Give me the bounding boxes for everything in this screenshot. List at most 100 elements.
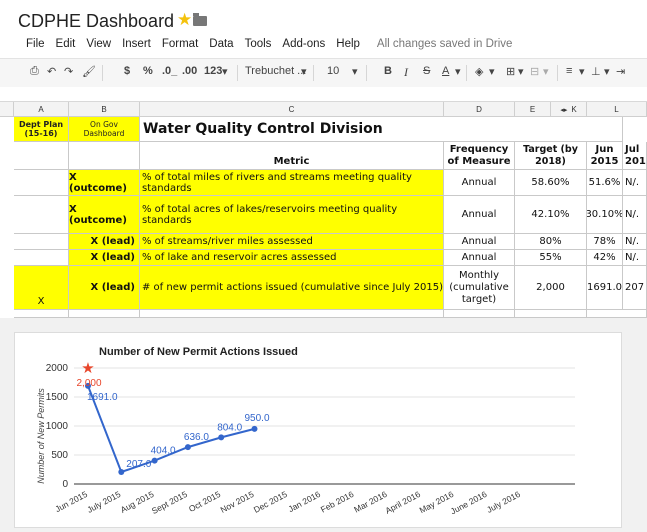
row-dept-plan[interactable] [14, 234, 69, 250]
row-dashboard-flag[interactable]: X (outcome) [69, 196, 140, 234]
font-select[interactable]: Trebuchet ... [245, 65, 306, 77]
more-formats-button[interactable]: 123 [204, 65, 222, 77]
column-header-a[interactable]: A [14, 102, 69, 117]
row-jun[interactable]: 51.6% [587, 170, 623, 196]
row-metric[interactable]: % of lake and reservoir acres assessed [140, 250, 444, 266]
row-dashboard-flag[interactable]: X (outcome) [69, 170, 140, 196]
row-jul[interactable]: N/. [623, 170, 647, 196]
italic-button[interactable]: I [404, 65, 408, 80]
row-metric[interactable]: # of new permit actions issued (cumulati… [140, 266, 444, 310]
row-frequency[interactable]: Annual [444, 234, 515, 250]
row-dept-plan[interactable]: X [14, 266, 69, 310]
row-jul[interactable]: N/. [623, 234, 647, 250]
row-target[interactable]: 55% [515, 250, 587, 266]
header-gov-dashboard[interactable]: On Gov Dashboard [69, 117, 140, 142]
row-dept-plan[interactable] [14, 170, 69, 196]
borders-icon[interactable]: ⊞ [506, 65, 515, 78]
percent-button[interactable]: % [143, 65, 153, 77]
fill-color-icon[interactable]: ◈ [475, 65, 483, 78]
document-title[interactable]: CDPHE Dashboard [18, 11, 174, 32]
row-target[interactable]: 42.10% [515, 196, 587, 234]
menu-tools[interactable]: Tools [245, 38, 272, 50]
column-header-k[interactable]: ◂▸ K [551, 102, 587, 117]
row-jun[interactable]: 42% [587, 250, 623, 266]
target-header[interactable]: Target (by 2018) [515, 142, 587, 170]
print-icon[interactable]: ⎙ [30, 65, 39, 78]
cell-a-subheader[interactable] [14, 142, 69, 170]
row-frequency[interactable]: Annual [444, 196, 515, 234]
folder-icon[interactable] [193, 13, 207, 26]
empty-cell[interactable] [587, 310, 647, 318]
formula-bar[interactable] [0, 87, 647, 102]
data-point[interactable] [218, 434, 225, 441]
menu-help[interactable]: Help [336, 38, 360, 50]
row-frequency[interactable]: Monthly (cumulative target) [444, 266, 515, 310]
chevron-down-icon[interactable]: ▾ [518, 65, 524, 78]
align-icon[interactable]: ≡ [566, 65, 572, 77]
jul-header[interactable]: Jul 201 [623, 142, 647, 170]
target-star-icon[interactable]: ★ [81, 360, 94, 377]
column-header-e[interactable]: E [515, 102, 551, 117]
data-point[interactable] [118, 468, 125, 475]
hidden-columns-arrows-icon[interactable]: ◂▸ [560, 107, 567, 114]
row-target[interactable]: 58.60% [515, 170, 587, 196]
row-jul[interactable]: N/. [623, 196, 647, 234]
row-dept-plan[interactable] [14, 196, 69, 234]
row-jun[interactable]: 78% [587, 234, 623, 250]
empty-cell[interactable] [14, 310, 69, 318]
merge-cells-icon[interactable]: ⊟ [530, 65, 539, 78]
row-jul[interactable]: 207 [623, 266, 647, 310]
menu-insert[interactable]: Insert [122, 38, 151, 50]
row-target[interactable]: 2,000 [515, 266, 587, 310]
data-point[interactable] [184, 444, 191, 451]
redo-icon[interactable]: ↷ [64, 65, 73, 78]
paint-format-icon[interactable]: 🖌 [82, 65, 96, 78]
currency-button[interactable]: $ [124, 65, 130, 77]
row-dashboard-flag[interactable]: X (lead) [69, 250, 140, 266]
row-jun[interactable]: 30.10% [587, 196, 623, 234]
row-frequency[interactable]: Annual [444, 170, 515, 196]
data-point[interactable] [251, 425, 258, 432]
cell-b-subheader[interactable] [69, 142, 140, 170]
chevron-down-icon[interactable]: ▾ [222, 65, 228, 78]
column-header-l[interactable]: L [587, 102, 647, 117]
decrease-decimal-button[interactable]: .0_ [162, 65, 177, 77]
row-metric[interactable]: % of total miles of rivers and streams m… [140, 170, 444, 196]
row-target[interactable]: 80% [515, 234, 587, 250]
row-jul[interactable]: N/. [623, 250, 647, 266]
column-header-b[interactable]: B [69, 102, 140, 117]
permit-actions-chart[interactable]: Number of New Permit Actions Issued Numb… [14, 332, 622, 528]
row-metric[interactable]: % of total acres of lakes/reservoirs mee… [140, 196, 444, 234]
frequency-header[interactable]: Frequency of Measure [444, 142, 515, 170]
text-color-button[interactable]: A [442, 65, 449, 77]
star-icon[interactable]: ★ [177, 10, 192, 30]
header-dept-plan[interactable]: Dept Plan (15-16) [14, 117, 69, 142]
metric-header[interactable]: Metric [140, 142, 444, 170]
font-size-select[interactable]: 10 [327, 65, 339, 77]
menu-view[interactable]: View [86, 38, 111, 50]
row-dashboard-flag[interactable]: X (lead) [69, 266, 140, 310]
row-metric[interactable]: % of streams/river miles assessed [140, 234, 444, 250]
chevron-down-icon[interactable]: ▾ [352, 65, 358, 78]
jun-header[interactable]: Jun 2015 [587, 142, 623, 170]
row-frequency[interactable]: Annual [444, 250, 515, 266]
undo-icon[interactable]: ↶ [47, 65, 56, 78]
chevron-down-icon[interactable]: ▾ [604, 65, 610, 78]
chevron-down-icon[interactable]: ▾ [579, 65, 585, 78]
text-wrap-icon[interactable]: ⇥ [616, 65, 625, 78]
chevron-down-icon[interactable]: ▾ [301, 65, 307, 78]
increase-decimal-button[interactable]: .00 [182, 65, 197, 77]
empty-cell[interactable] [444, 310, 515, 318]
menu-edit[interactable]: Edit [56, 38, 76, 50]
chevron-down-icon[interactable]: ▾ [455, 65, 461, 78]
menu-format[interactable]: Format [162, 38, 198, 50]
row-jun[interactable]: 1691.0 [587, 266, 623, 310]
bold-button[interactable]: B [384, 65, 392, 77]
column-header-d[interactable]: D [444, 102, 515, 117]
empty-cell[interactable] [140, 310, 444, 318]
strikethrough-button[interactable]: S [423, 65, 430, 77]
data-point[interactable] [151, 457, 158, 464]
row-dashboard-flag[interactable]: X (lead) [69, 234, 140, 250]
corner-cell[interactable] [0, 102, 14, 117]
menu-data[interactable]: Data [209, 38, 233, 50]
